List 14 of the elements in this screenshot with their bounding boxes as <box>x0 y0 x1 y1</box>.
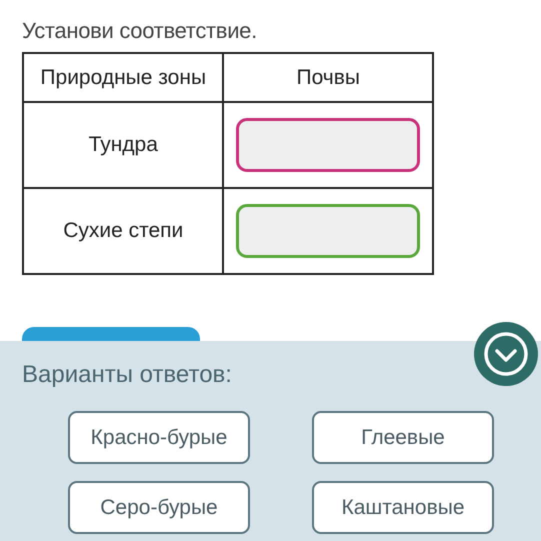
drop-field[interactable] <box>236 204 420 258</box>
collapse-button[interactable] <box>473 321 539 387</box>
answer-option[interactable]: Глеевые <box>312 411 494 464</box>
drop-field[interactable] <box>236 118 420 172</box>
table-cell: Сухие степи <box>23 188 224 274</box>
instruction-text: Установи соответствие. <box>22 18 258 44</box>
answers-title: Варианты ответов: <box>22 361 233 389</box>
answer-option[interactable]: Каштановые <box>312 481 494 534</box>
column-header: Природные зоны <box>23 53 224 102</box>
column-header: Почвы <box>223 53 433 102</box>
answer-option[interactable]: Красно-бурые <box>68 411 250 464</box>
answer-option[interactable]: Серо-бурые <box>68 481 250 534</box>
table-cell: Тундра <box>23 102 224 188</box>
button[interactable] <box>22 327 200 341</box>
